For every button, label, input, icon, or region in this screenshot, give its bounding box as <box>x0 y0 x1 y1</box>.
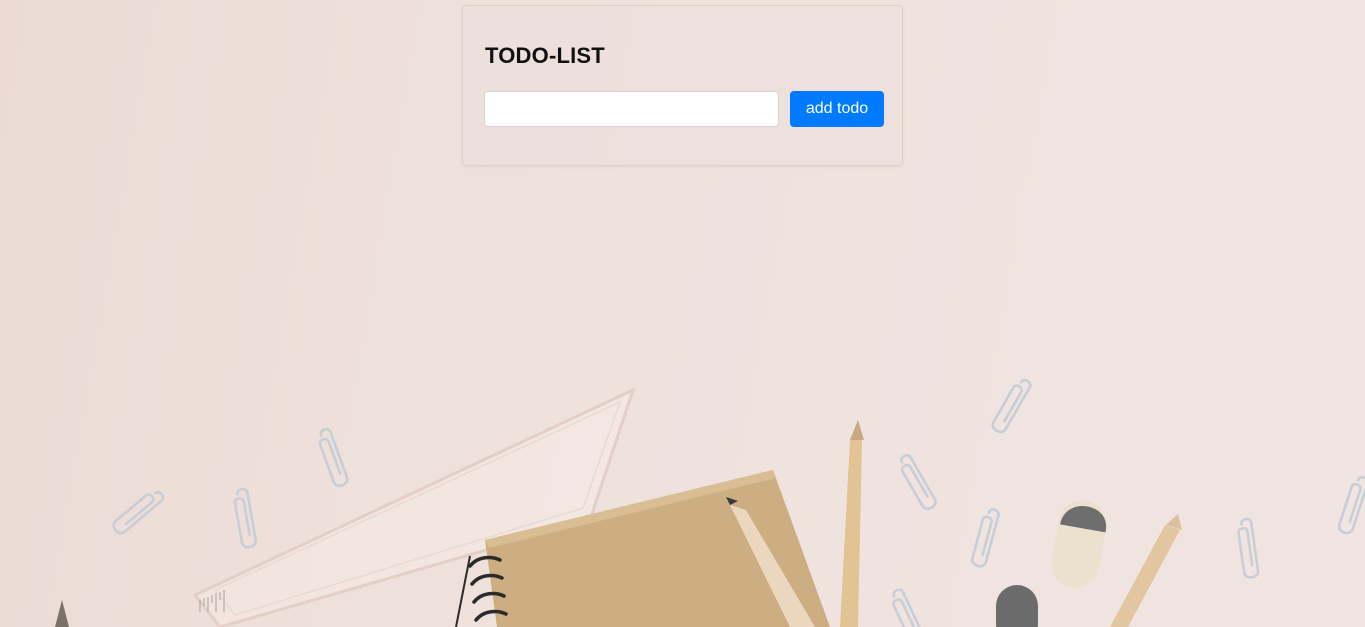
page-title: TODO-LIST <box>485 43 605 68</box>
todo-card: TODO-LIST add todo <box>462 5 903 166</box>
todo-input[interactable] <box>484 91 779 127</box>
add-todo-button[interactable]: add todo <box>790 91 884 127</box>
pencil-icon <box>726 420 1182 627</box>
eraser-icon <box>996 500 1107 627</box>
